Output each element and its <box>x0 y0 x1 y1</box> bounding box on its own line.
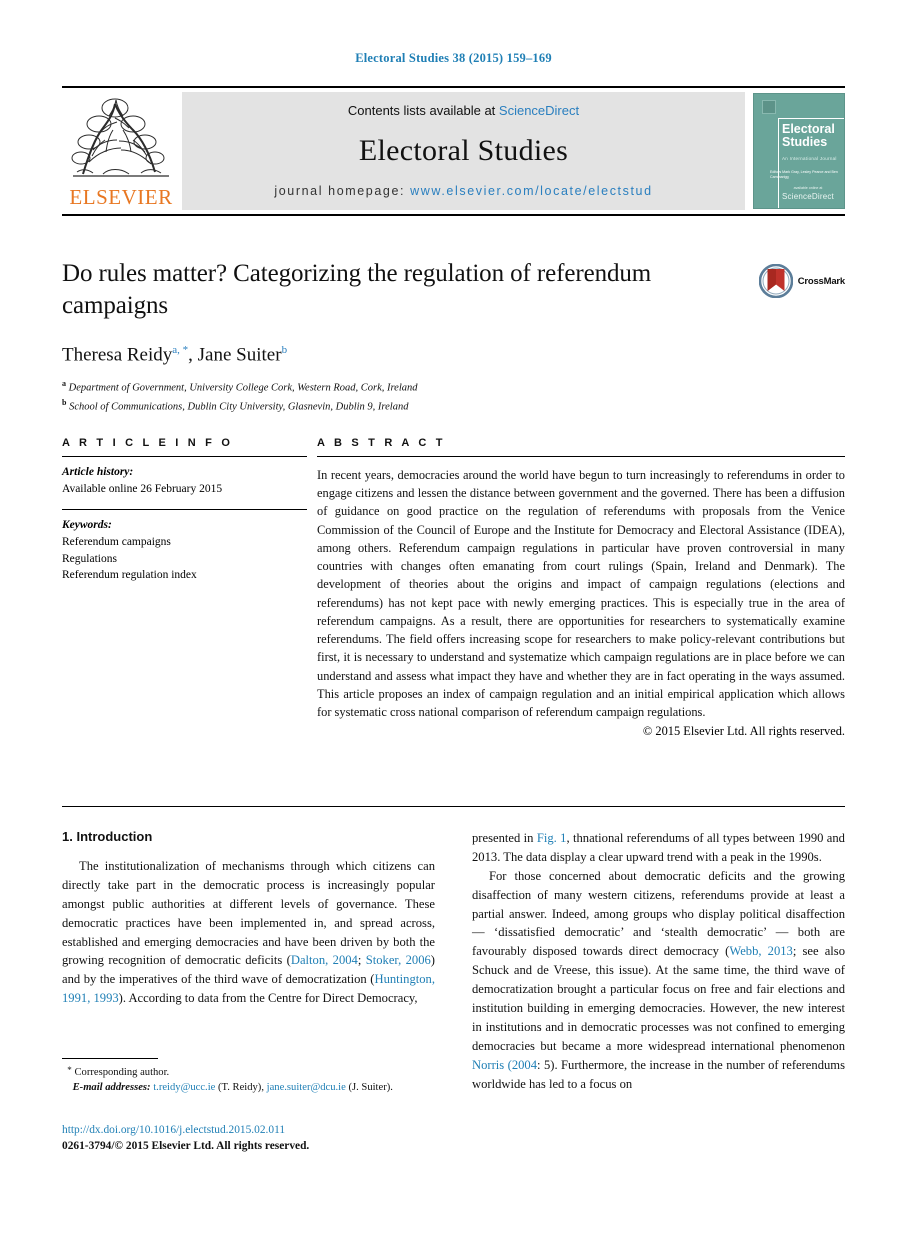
author-marks-2: b <box>281 344 288 356</box>
abstract-copyright: © 2015 Elsevier Ltd. All rights reserved… <box>642 724 845 739</box>
body-columns: 1. Introduction The institutionalization… <box>62 806 845 1093</box>
affiliation-b-mark: b <box>62 397 67 407</box>
paragraph-text: The institutionalization of mechanisms t… <box>62 859 435 968</box>
doi-link[interactable]: http://dx.doi.org/10.1016/j.electstud.20… <box>62 1122 562 1138</box>
paragraph-text: ; see also Schuck and de Vreese, this is… <box>472 944 846 1053</box>
journal-homepage-link[interactable]: www.elsevier.com/locate/electstud <box>410 184 652 198</box>
article-title: Do rules matter? Categorizing the regula… <box>62 260 652 319</box>
cover-title-line-1: Electoral <box>782 122 835 136</box>
keyword-item: Referendum regulation index <box>62 569 197 582</box>
section-heading-introduction: 1. Introduction <box>62 829 153 844</box>
author-marks-1: a, * <box>172 344 189 356</box>
affiliation-a: a Department of Government, University C… <box>62 378 845 396</box>
article-info-column: A R T I C L E I N F O Article history: A… <box>62 437 307 739</box>
article-history-label: Article history: <box>62 466 134 478</box>
citation-separator: ; <box>357 953 366 968</box>
crossmark-icon <box>758 264 793 298</box>
cover-publisher: available online at ScienceDirect <box>780 186 836 202</box>
article-header: Do rules matter? Categorizing the regula… <box>62 258 845 415</box>
affiliation-b-text: School of Communications, Dublin City Un… <box>69 401 409 413</box>
figure-link-fig1[interactable]: Fig. 1 <box>537 831 567 845</box>
body-column-right: presented in Fig. 1, thnational referend… <box>472 829 845 1093</box>
running-head: Electoral Studies 38 (2015) 159–169 <box>355 51 552 65</box>
author-name-1: Theresa Reidy <box>62 344 173 366</box>
journal-masthead: ELSEVIER Contents lists available at Sci… <box>62 86 845 216</box>
journal-cover-thumbnail: Electoral Studies An International Journ… <box>753 93 845 209</box>
cover-publisher-big: ScienceDirect <box>782 191 834 201</box>
cover-subtitle: An International Journal <box>782 156 837 161</box>
abstract-heading: A B S T R A C T <box>317 437 446 449</box>
author-list: Theresa Reidya, *, Jane Suiterb <box>62 344 288 366</box>
abstract-text: In recent years, democracies around the … <box>317 468 845 720</box>
footnote-corresponding-line: * Corresponding author. <box>62 1064 435 1080</box>
info-abstract-row: A R T I C L E I N F O Article history: A… <box>62 437 845 739</box>
keywords-label: Keywords: <box>62 519 112 532</box>
footer-identifiers: http://dx.doi.org/10.1016/j.electstud.20… <box>62 1122 562 1154</box>
affiliation-list: a Department of Government, University C… <box>62 378 845 415</box>
cover-editors: Editors Mark Gray, Lesley Pearce and Ben… <box>770 170 838 180</box>
affiliation-b: b School of Communications, Dublin City … <box>62 397 845 415</box>
asterisk-icon: * <box>67 1065 72 1075</box>
footnote-email-line: E-mail addresses: t.reidy@ucc.ie (T. Rei… <box>62 1080 435 1095</box>
body-column-left: 1. Introduction The institutionalization… <box>62 829 435 1093</box>
masthead-center-panel: Contents lists available at ScienceDirec… <box>182 92 745 210</box>
citation-link-dalton[interactable]: Dalton, 2004 <box>291 953 358 967</box>
body-paragraph: presented in Fig. 1, thnational referend… <box>472 829 845 867</box>
email-label: E-mail addresses: <box>72 1082 151 1094</box>
crossmark-label: CrossMark <box>797 275 846 287</box>
cover-title: Electoral Studies <box>782 122 835 150</box>
keyword-item: Referendum campaigns <box>62 536 171 549</box>
article-info-heading: A R T I C L E I N F O <box>62 437 234 449</box>
homepage-prefix: journal homepage: <box>274 184 411 198</box>
email-link-suiter[interactable]: jane.suiter@dcu.ie <box>267 1082 346 1093</box>
article-history-value: Available online 26 February 2015 <box>62 482 223 495</box>
abstract-column: A B S T R A C T In recent years, democra… <box>317 437 845 739</box>
affiliation-a-mark: a <box>62 379 66 389</box>
affiliation-a-text: Department of Government, University Col… <box>68 382 418 394</box>
body-paragraph: The institutionalization of mechanisms t… <box>62 857 435 1008</box>
email-owner-2: (J. Suiter). <box>345 1082 393 1094</box>
paragraph-text: presented in <box>472 831 537 845</box>
contents-available-line: Contents lists available at ScienceDirec… <box>348 103 579 118</box>
journal-cover-block: Electoral Studies An International Journ… <box>749 92 845 210</box>
footnote-corresponding-text: Corresponding author. <box>74 1067 170 1078</box>
corresponding-author-footnote: * Corresponding author. E-mail addresses… <box>62 1058 435 1096</box>
author-name-2: Jane Suiter <box>197 344 282 366</box>
article-history-group: Article history: Available online 26 Feb… <box>62 457 307 509</box>
cover-title-line-2: Studies <box>782 135 828 150</box>
email-link-reidy[interactable]: t.reidy@ucc.ie <box>153 1082 215 1093</box>
citation-link-webb[interactable]: Webb, 2013 <box>729 944 793 958</box>
email-owner-1: (T. Reidy), <box>215 1082 267 1094</box>
journal-homepage-line: journal homepage: www.elsevier.com/locat… <box>274 184 652 198</box>
crossmark-badge[interactable]: CrossMark <box>758 264 846 298</box>
cover-publisher-small: available online at <box>793 185 823 190</box>
sciencedirect-link[interactable]: ScienceDirect <box>499 103 579 118</box>
journal-title: Electoral Studies <box>358 134 569 167</box>
body-paragraph: For those concerned about democratic def… <box>472 867 845 1094</box>
elsevier-logo-block: ELSEVIER <box>62 92 180 210</box>
issn-copyright-line: 0261-3794/© 2015 Elsevier Ltd. All right… <box>62 1140 310 1153</box>
cover-emblem-icon <box>762 100 776 114</box>
citation-link-stoker[interactable]: Stoker, 2006 <box>366 953 431 967</box>
elsevier-tree-icon <box>71 98 169 177</box>
contents-prefix: Contents lists available at <box>347 103 499 118</box>
keywords-group: Keywords: Referendum campaigns Regulatio… <box>62 510 307 596</box>
citation-link-norris[interactable]: Norris (2004 <box>472 1058 537 1072</box>
footnote-rule <box>62 1058 158 1059</box>
paper-page: Electoral Studies 38 (2015) 159–169 ELSE… <box>0 0 907 1238</box>
elsevier-wordmark: ELSEVIER <box>69 185 173 209</box>
paragraph-text: ). According to data from the Centre for… <box>118 991 418 1006</box>
keyword-item: Regulations <box>62 552 117 565</box>
